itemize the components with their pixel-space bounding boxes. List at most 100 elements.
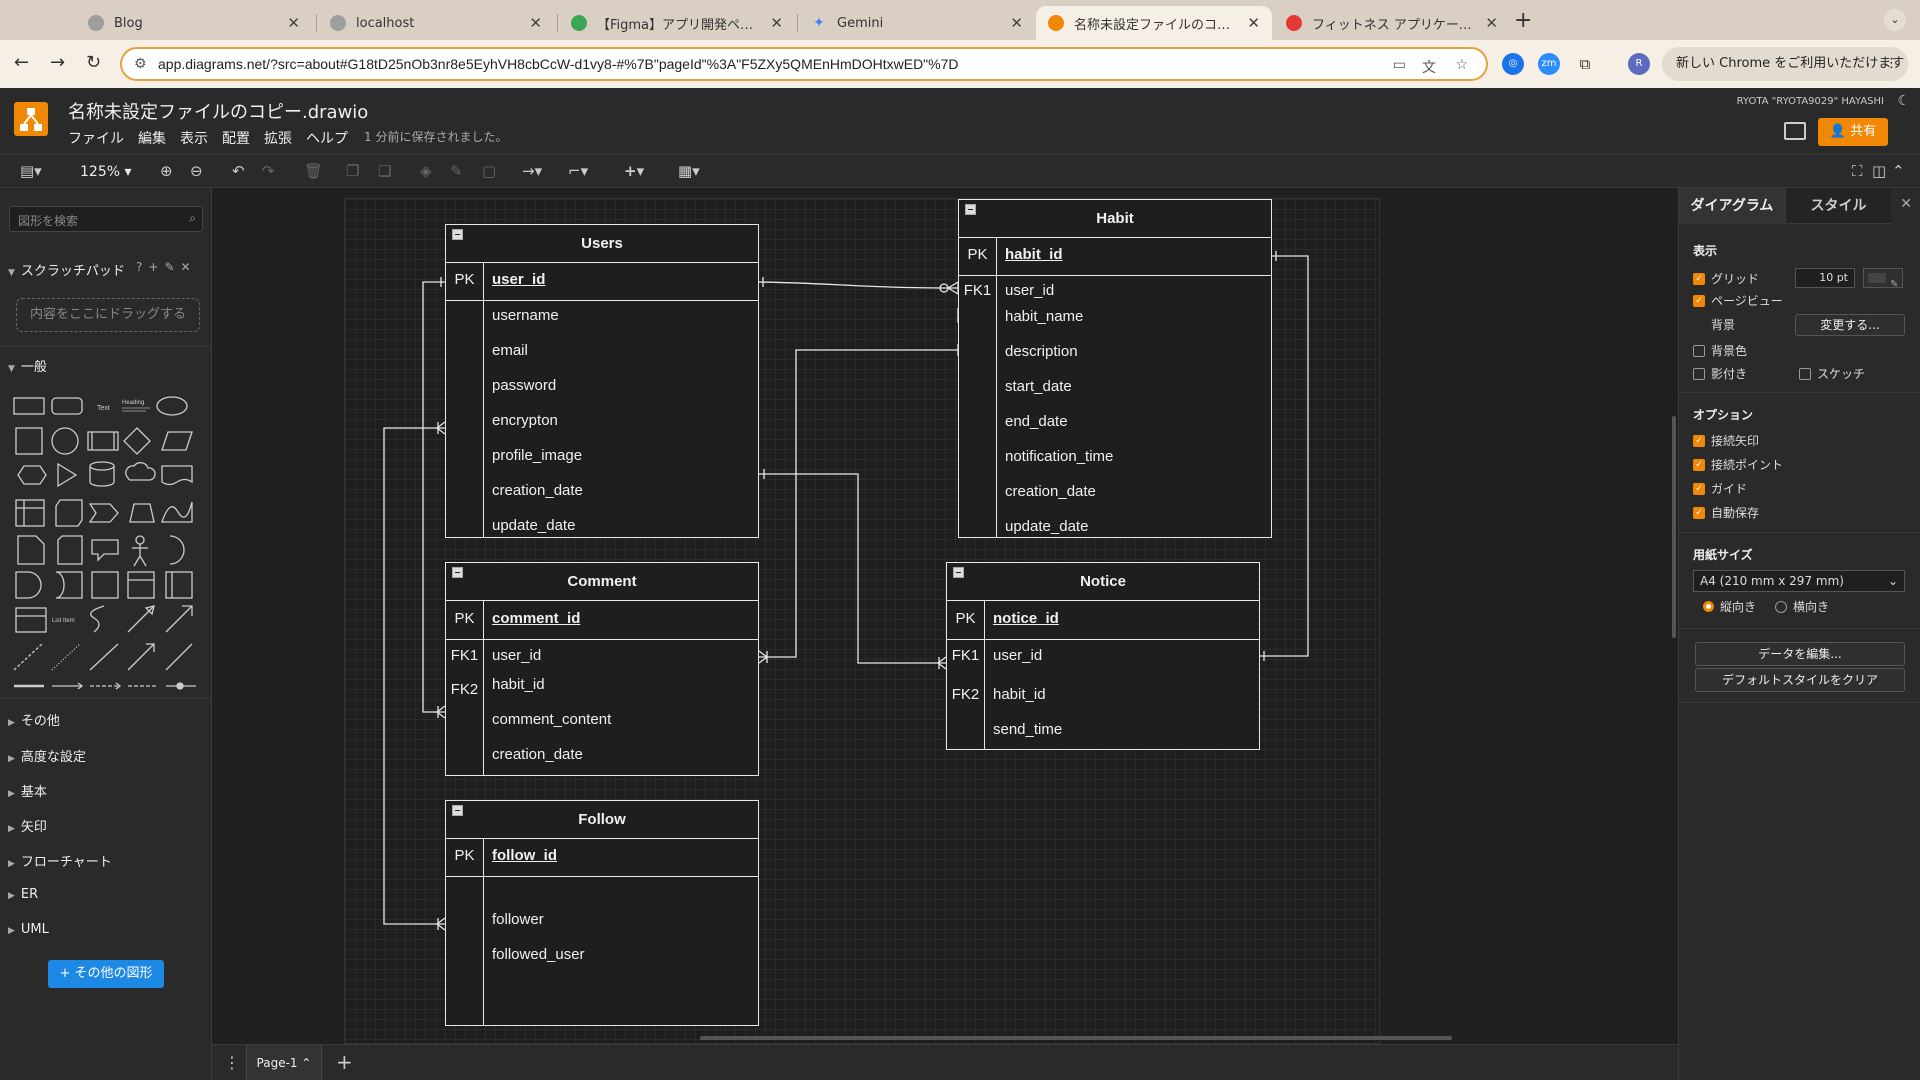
- line-color-icon[interactable]: ✎: [450, 162, 463, 180]
- section-er[interactable]: ▶ ER: [8, 887, 38, 902]
- edit-data-button[interactable]: データを編集...: [1695, 642, 1905, 666]
- site-settings-icon[interactable]: ⚙: [134, 56, 147, 72]
- grid-color-picker[interactable]: ✎: [1863, 268, 1903, 290]
- section-arrows[interactable]: ▶ 矢印: [8, 816, 47, 835]
- chevron-down-icon[interactable]: ⌄: [1884, 9, 1906, 31]
- connection-arrows-checkbox[interactable]: ✓ 接続矢印: [1693, 432, 1759, 449]
- background-color-checkbox[interactable]: 背景色: [1693, 342, 1747, 359]
- fill-color-icon[interactable]: ◈: [420, 162, 432, 180]
- browser-tab-figma[interactable]: 【Figma】アプリ開発ページ画面 ✕: [559, 6, 795, 40]
- fullscreen-icon[interactable]: ⛶: [1852, 162, 1863, 180]
- browser-tab-gemini[interactable]: ✦ Gemini ✕: [799, 6, 1035, 40]
- diagram-canvas[interactable]: Users PK user_id username email password…: [212, 188, 1678, 1044]
- shape-search-input[interactable]: 図形を検索 ⌕: [9, 206, 203, 232]
- browser-tab-blog[interactable]: Blog ✕: [76, 6, 312, 40]
- zoom-in-icon[interactable]: ⊕: [160, 162, 173, 180]
- format-panel-icon[interactable]: ◫: [1872, 162, 1886, 180]
- star-icon[interactable]: ☆: [1455, 57, 1468, 73]
- close-icon[interactable]: ✕: [529, 14, 542, 32]
- edit-icon[interactable]: ✎: [164, 260, 180, 274]
- new-tab-plus-icon[interactable]: +: [1514, 8, 1532, 33]
- table-icon[interactable]: ▦▾: [678, 162, 700, 180]
- zoom-out-icon[interactable]: ⊖: [190, 162, 203, 180]
- menu-extras[interactable]: 拡張: [264, 128, 292, 148]
- close-icon[interactable]: ✕: [287, 14, 300, 32]
- redo-icon[interactable]: ↷: [262, 162, 275, 180]
- portrait-radio[interactable]: 縦向き: [1703, 598, 1756, 615]
- comments-icon[interactable]: [1784, 122, 1806, 140]
- horizontal-scrollbar[interactable]: [700, 1036, 1452, 1040]
- shadow-icon[interactable]: ▢: [482, 162, 496, 180]
- chrome-update-pill[interactable]: 新しい Chrome をご利用いただけます ⋮: [1662, 47, 1908, 81]
- vertical-scrollbar[interactable]: [1672, 416, 1676, 638]
- save-status[interactable]: 1 分前に保存されました。: [364, 128, 507, 148]
- paper-size-select[interactable]: A4 (210 mm x 297 mm) ⌄: [1693, 570, 1905, 592]
- connection-points-checkbox[interactable]: ✓ 接続ポイント: [1693, 456, 1783, 473]
- panel-toggle-icon[interactable]: ▤▾: [20, 162, 42, 180]
- zoom-extension-icon[interactable]: zm: [1538, 53, 1560, 75]
- autosave-checkbox[interactable]: ✓ 自動保存: [1693, 504, 1759, 521]
- general-section-header[interactable]: ▼ 一般: [8, 356, 47, 375]
- scratchpad-dropzone[interactable]: 内容をここにドラッグする: [16, 298, 200, 332]
- landscape-radio[interactable]: 横向き: [1775, 598, 1829, 615]
- add-page-plus-icon[interactable]: +: [336, 1050, 353, 1074]
- page-view-checkbox[interactable]: ✓ ページビュー: [1693, 292, 1783, 309]
- section-basic[interactable]: ▶ 基本: [8, 781, 47, 800]
- browser-tab-fitness[interactable]: フィットネス アプリケーション ✕: [1274, 6, 1510, 40]
- url-text[interactable]: app.diagrams.net/?src=about#G18tD25nOb3n…: [158, 56, 959, 72]
- translate-icon[interactable]: 文: [1422, 57, 1436, 77]
- menu-help[interactable]: ヘルプ: [306, 128, 348, 148]
- more-shapes-button[interactable]: + その他の図形: [48, 960, 164, 988]
- tab-diagram[interactable]: ダイアグラム: [1679, 188, 1785, 224]
- to-back-icon[interactable]: ❏: [378, 162, 391, 180]
- close-icon[interactable]: ✕: [1900, 196, 1912, 212]
- user-name[interactable]: RYOTA "RYOTA9029" HAYASHI: [1737, 96, 1884, 107]
- help-icon[interactable]: ?: [136, 260, 148, 274]
- section-other[interactable]: ▶ その他: [8, 710, 60, 729]
- connection-icon[interactable]: →▾: [522, 162, 542, 180]
- collapse-icon[interactable]: ⌃: [1892, 162, 1905, 180]
- install-icon[interactable]: ▭: [1393, 57, 1406, 73]
- document-title[interactable]: 名称未設定ファイルのコピー.drawio: [68, 98, 368, 124]
- general-shapes-palette[interactable]: Text Heading List Item: [10, 394, 206, 694]
- extension-icon[interactable]: ◎: [1502, 53, 1524, 75]
- share-button[interactable]: 👤 共有: [1818, 118, 1888, 146]
- page-tab[interactable]: Page-1 ⌃: [246, 1045, 322, 1080]
- scratchpad-header[interactable]: ▼ スクラッチパッド: [8, 260, 125, 279]
- menu-arrange[interactable]: 配置: [222, 128, 250, 148]
- menu-edit[interactable]: 編集: [138, 128, 166, 148]
- browser-tab-localhost[interactable]: localhost ✕: [318, 6, 554, 40]
- close-icon[interactable]: ✕: [1010, 14, 1023, 32]
- undo-icon[interactable]: ↶: [232, 162, 245, 180]
- browser-tab-drawio[interactable]: 名称未設定ファイルのコピー.dra ✕: [1036, 6, 1272, 40]
- add-icon[interactable]: +: [148, 260, 164, 274]
- dark-mode-icon[interactable]: ☾: [1897, 93, 1910, 109]
- menu-view[interactable]: 表示: [180, 128, 208, 148]
- section-advanced[interactable]: ▶ 高度な設定: [8, 746, 86, 765]
- close-icon[interactable]: ✕: [1485, 14, 1498, 32]
- tab-style[interactable]: スタイル: [1785, 188, 1891, 224]
- section-flowchart[interactable]: ▶ フローチャート: [8, 851, 112, 870]
- search-icon[interactable]: ⌕: [189, 211, 196, 226]
- grid-size-input[interactable]: 10 pt: [1795, 268, 1855, 288]
- puzzle-icon[interactable]: ⧉: [1574, 53, 1596, 75]
- waypoints-icon[interactable]: ⌐▾: [568, 162, 588, 180]
- menu-file[interactable]: ファイル: [68, 128, 124, 148]
- delete-icon[interactable]: 🗑: [304, 162, 323, 180]
- url-bar[interactable]: ⚙ app.diagrams.net/?src=about#G18tD25nOb…: [120, 47, 1488, 81]
- change-background-button[interactable]: 変更する...: [1795, 314, 1905, 336]
- to-front-icon[interactable]: ❐: [346, 162, 359, 180]
- forward-arrow-icon[interactable]: →: [50, 52, 65, 73]
- more-vert-icon[interactable]: ⋮: [224, 1053, 240, 1072]
- back-arrow-icon[interactable]: ←: [14, 52, 29, 73]
- scratchpad-actions[interactable]: ?+✎✕: [136, 260, 197, 274]
- profile-avatar[interactable]: R: [1628, 53, 1650, 75]
- close-icon[interactable]: ✕: [1247, 14, 1260, 32]
- zoom-select[interactable]: 125% ▾: [80, 164, 132, 180]
- close-icon[interactable]: ✕: [181, 260, 197, 274]
- insert-plus-icon[interactable]: +▾: [624, 162, 644, 180]
- clear-default-style-button[interactable]: デフォルトスタイルをクリア: [1695, 668, 1905, 692]
- section-uml[interactable]: ▶ UML: [8, 922, 49, 937]
- grid-checkbox[interactable]: ✓ グリッド: [1693, 270, 1759, 287]
- more-vert-icon[interactable]: ⋮: [1885, 47, 1898, 81]
